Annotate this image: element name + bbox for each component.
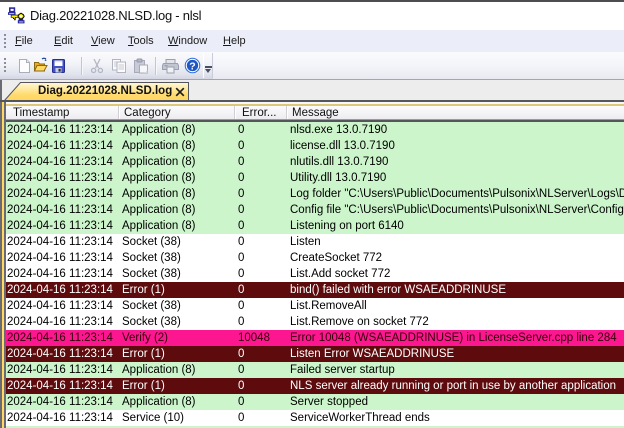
svg-text:?: ? (189, 60, 195, 72)
